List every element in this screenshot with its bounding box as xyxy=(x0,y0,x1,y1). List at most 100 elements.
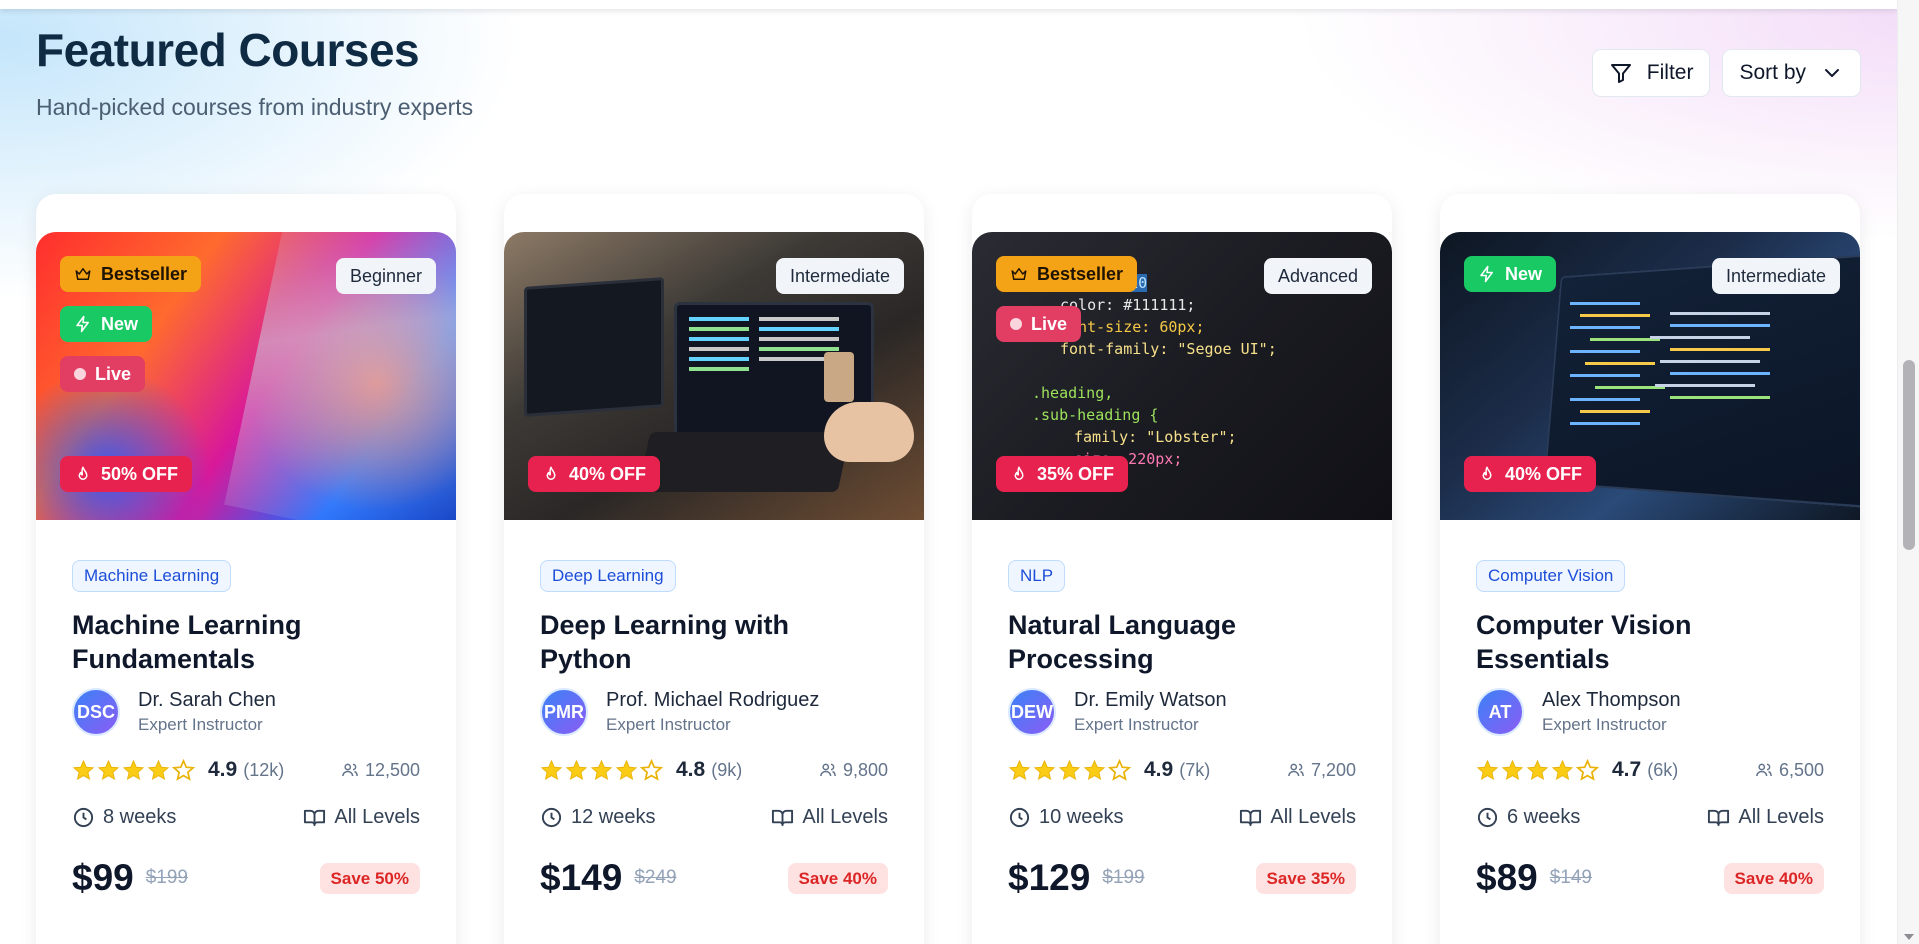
book-icon xyxy=(304,809,326,827)
star-icon xyxy=(615,759,638,780)
rating-value: 4.7 xyxy=(1612,758,1642,781)
discount-badge: 50% OFF xyxy=(60,456,193,492)
rating-row: 4.9 (12k) 12,500 xyxy=(72,758,420,782)
scrollbar-thumb[interactable] xyxy=(1903,360,1915,550)
star-icon xyxy=(147,759,170,780)
price: $89 xyxy=(1476,857,1538,898)
discount-badge: 40% OFF xyxy=(528,456,661,492)
live-dot-icon xyxy=(1010,318,1022,330)
course-title[interactable]: Machine Learning Fundamentals xyxy=(72,608,420,676)
book-icon xyxy=(1240,809,1262,827)
sort-by-dropdown[interactable]: Sort by xyxy=(1722,49,1861,97)
star-icon xyxy=(1551,759,1574,780)
filter-icon xyxy=(1610,64,1631,83)
flame-icon xyxy=(1482,466,1492,480)
scroll-down-arrow-icon[interactable] xyxy=(1904,934,1914,940)
bolt-icon xyxy=(76,315,89,333)
code-snippet: #24ABE0 color: #111111; font-size: 60px;… xyxy=(1032,272,1277,470)
category-tag[interactable]: NLP xyxy=(1008,560,1066,592)
section-header: Featured Courses Hand-picked courses fro… xyxy=(36,22,473,121)
star-icon xyxy=(72,759,95,780)
star-rating xyxy=(540,758,663,782)
course-title[interactable]: Deep Learning with Python xyxy=(540,608,888,676)
users-icon xyxy=(820,763,836,777)
category-tag[interactable]: Computer Vision xyxy=(1476,560,1626,592)
old-price: $249 xyxy=(634,867,677,888)
review-count: (9k) xyxy=(711,759,743,780)
page-title: Featured Courses xyxy=(36,24,420,76)
course-grid: Bestseller New Live Beginner 50% OFF Mac… xyxy=(36,194,1860,944)
rating-row: 4.9 (7k) 7,200 xyxy=(1008,758,1356,782)
category-tag[interactable]: Machine Learning xyxy=(72,560,232,592)
bolt-icon xyxy=(1480,265,1493,283)
code-line: color: #111111; xyxy=(1060,296,1196,314)
course-body: Deep Learning Deep Learning with Python … xyxy=(540,560,888,899)
course-thumbnail[interactable]: Bestseller New Live Beginner 50% OFF xyxy=(36,232,456,520)
star-icon xyxy=(1083,759,1106,780)
level-chip: Advanced xyxy=(1263,258,1372,294)
course-card[interactable]: #24ABE0 color: #111111; font-size: 60px;… xyxy=(972,194,1392,944)
clock-icon xyxy=(541,807,562,828)
avatar: PMR xyxy=(540,688,588,736)
rating-row: 4.7 (6k) 6,500 xyxy=(1476,758,1824,782)
star-rating xyxy=(1008,758,1131,782)
student-count: 9,800 xyxy=(819,760,888,781)
sort-label: Sort by xyxy=(1739,61,1806,84)
save-badge: Save 40% xyxy=(787,862,888,894)
instructor: AT Alex Thompson Expert Instructor xyxy=(1476,688,1824,736)
review-count: (7k) xyxy=(1179,759,1211,780)
course-title[interactable]: Natural Language Processing xyxy=(1008,608,1356,676)
discount-badge: 40% OFF xyxy=(1464,456,1597,492)
new-badge: New xyxy=(60,306,153,342)
star-icon xyxy=(1008,759,1031,780)
save-badge: Save 40% xyxy=(1723,862,1824,894)
filter-button[interactable]: Filter xyxy=(1591,49,1711,97)
duration: 6 weeks xyxy=(1476,806,1580,829)
save-badge: Save 50% xyxy=(319,862,420,894)
instructor-name: Prof. Michael Rodriguez xyxy=(606,689,820,711)
course-thumbnail[interactable]: #24ABE0 color: #111111; font-size: 60px;… xyxy=(972,232,1392,520)
category-tag[interactable]: Deep Learning xyxy=(540,560,676,592)
avatar: DSC xyxy=(72,688,120,736)
levels: All Levels xyxy=(1239,806,1356,829)
course-body: Machine Learning Machine Learning Fundam… xyxy=(72,560,420,899)
star-icon xyxy=(540,759,563,780)
live-badge: Live xyxy=(60,356,146,392)
bestseller-badge: Bestseller xyxy=(996,256,1138,292)
course-card[interactable]: New Intermediate 40% OFF Computer Vision… xyxy=(1440,194,1860,944)
instructor-role: Expert Instructor xyxy=(138,715,263,734)
meta-row: 10 weeks All Levels xyxy=(1008,806,1356,829)
instructor: PMR Prof. Michael Rodriguez Expert Instr… xyxy=(540,688,888,736)
levels: All Levels xyxy=(771,806,888,829)
star-outline-icon xyxy=(1108,758,1131,781)
instructor: DSC Dr. Sarah Chen Expert Instructor xyxy=(72,688,420,736)
rating-value: 4.9 xyxy=(1144,758,1174,781)
course-title[interactable]: Computer Vision Essentials xyxy=(1476,608,1824,676)
code-line: family: "Lobster"; xyxy=(1074,428,1237,446)
toolbar: Filter Sort by xyxy=(1591,49,1861,97)
star-icon xyxy=(122,759,145,780)
new-badge: New xyxy=(1464,256,1557,292)
clock-icon xyxy=(1009,807,1030,828)
star-icon xyxy=(97,759,120,780)
price: $129 xyxy=(1008,857,1091,898)
student-count: 6,500 xyxy=(1755,760,1824,781)
course-card[interactable]: Bestseller New Live Beginner 50% OFF Mac… xyxy=(36,194,456,944)
rating-row: 4.8 (9k) 9,800 xyxy=(540,758,888,782)
course-thumbnail[interactable]: New Intermediate 40% OFF xyxy=(1440,232,1860,520)
book-icon xyxy=(1708,809,1730,827)
discount-badge: 35% OFF xyxy=(996,456,1129,492)
star-icon xyxy=(1476,759,1499,780)
star-icon xyxy=(1526,759,1549,780)
star-outline-icon xyxy=(1576,758,1599,781)
flame-icon xyxy=(78,466,88,480)
course-thumbnail[interactable]: Intermediate 40% OFF xyxy=(504,232,924,520)
meta-row: 8 weeks All Levels xyxy=(72,806,420,829)
instructor-name: Dr. Sarah Chen xyxy=(138,689,276,711)
instructor: DEW Dr. Emily Watson Expert Instructor xyxy=(1008,688,1356,736)
duration: 8 weeks xyxy=(72,806,176,829)
level-chip: Beginner xyxy=(335,258,436,294)
vertical-scrollbar[interactable] xyxy=(1897,0,1919,944)
star-icon xyxy=(565,759,588,780)
course-card[interactable]: Intermediate 40% OFF Deep Learning Deep … xyxy=(504,194,924,944)
